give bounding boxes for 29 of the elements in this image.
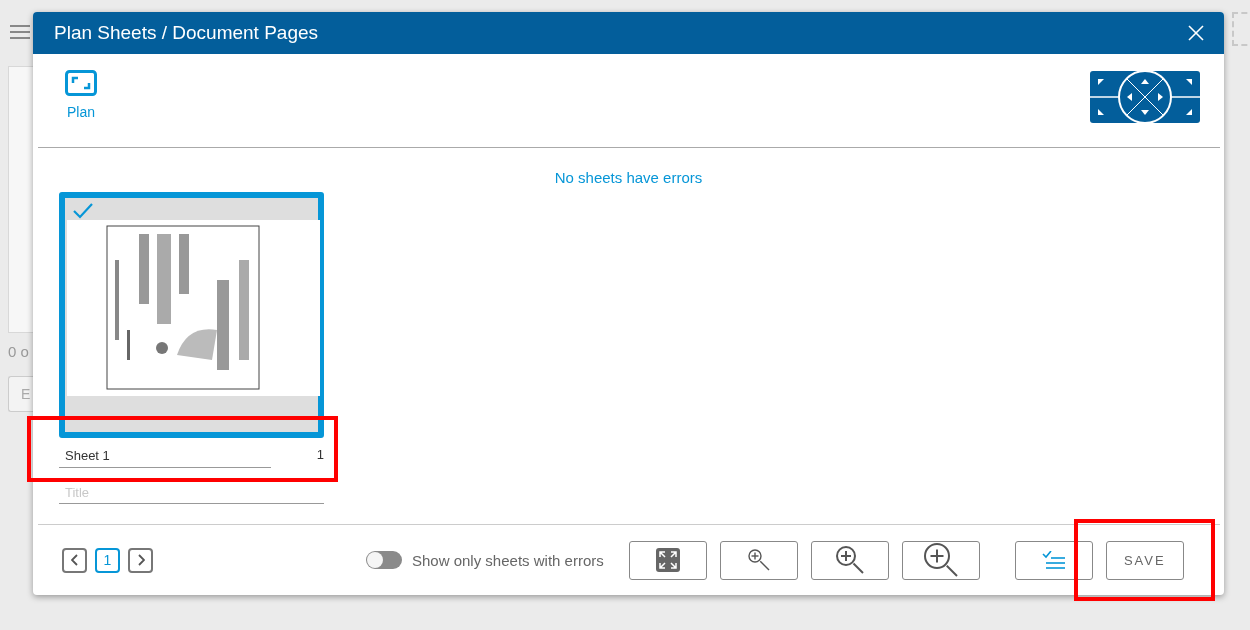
toggle-label: Show only sheets with errors — [412, 551, 604, 569]
window-title: Plan Sheets / Document Pages — [54, 22, 319, 44]
close-icon — [1188, 25, 1204, 41]
next-page-button[interactable] — [128, 547, 153, 573]
sheet-number: 1 — [316, 447, 324, 464]
menu-icon[interactable] — [10, 24, 30, 40]
checklist-icon — [1041, 551, 1066, 569]
zoom-button[interactable] — [719, 540, 798, 580]
fit-screen-icon — [655, 548, 680, 572]
chevron-right-icon — [136, 554, 145, 566]
navigation-control[interactable] — [1090, 71, 1200, 123]
fit-button[interactable] — [628, 540, 707, 580]
zoom-in-icon — [923, 543, 958, 577]
sheet-name-field[interactable]: Sheet 1 — [59, 444, 271, 468]
previous-page-button[interactable] — [62, 547, 87, 573]
sheet-card[interactable] — [59, 192, 324, 438]
chevron-left-icon — [70, 554, 79, 566]
zoom-in-icon — [747, 549, 770, 571]
background-text: 0 o — [8, 343, 30, 360]
checklist-button[interactable] — [1014, 540, 1093, 580]
zoom-in-icon — [835, 546, 864, 574]
toggle-switch[interactable] — [366, 551, 402, 569]
save-button[interactable]: SAVE — [1105, 540, 1184, 580]
close-button[interactable] — [1188, 25, 1204, 41]
page-button[interactable]: 1 — [95, 547, 120, 573]
status-message: No sheets have errors — [554, 169, 703, 186]
check-icon — [72, 201, 94, 219]
zoom-button[interactable] — [901, 540, 980, 580]
zoom-button[interactable] — [810, 540, 889, 580]
